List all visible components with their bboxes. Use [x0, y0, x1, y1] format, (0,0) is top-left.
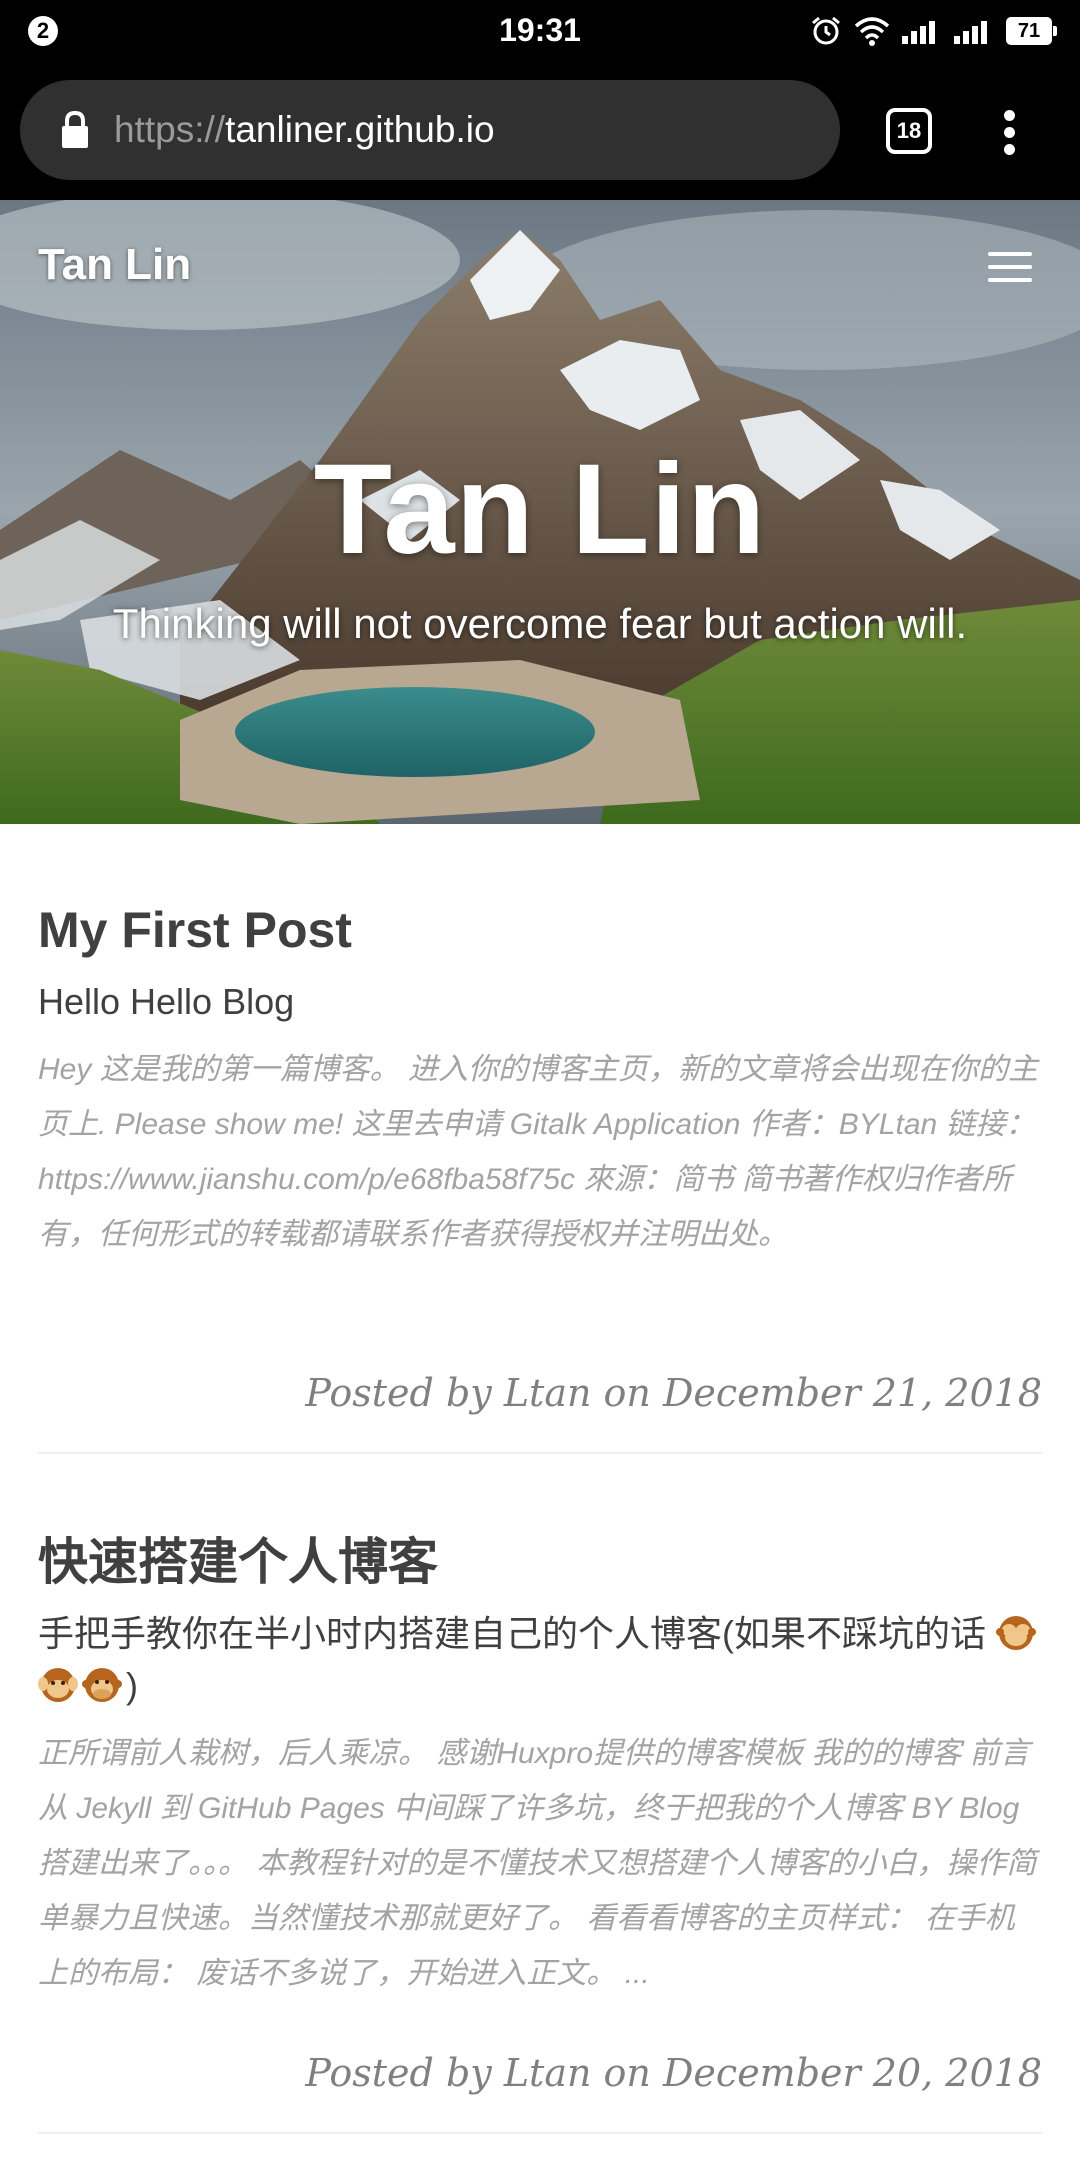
post-divider	[38, 1452, 1042, 1454]
wifi-icon	[854, 17, 890, 46]
post-excerpt[interactable]: Hey 这是我的第一篇博客。 进入你的博客主页，新的文章将会出现在你的主页上. …	[38, 1042, 1042, 1262]
post-preview-2[interactable]: 快速搭建个人博客 手把手教你在半小时内搭建自己的个人博客(如果不踩坑的话 ) 正…	[38, 1532, 1042, 2001]
post-subtitle[interactable]: 手把手教你在半小时内搭建自己的个人博客(如果不踩坑的话 )	[38, 1608, 1042, 1712]
post-preview-1[interactable]: My First Post Hello Hello Blog Hey 这是我的第…	[38, 900, 1042, 1262]
post-title[interactable]: My First Post	[38, 900, 1042, 960]
browser-toolbar: https://tanliner.github.io 18	[0, 62, 1080, 200]
alarm-icon	[812, 16, 840, 45]
hero-subtitle: Thinking will not overcome fear but acti…	[112, 600, 968, 647]
post-excerpt[interactable]: 正所谓前人栽树，后人乘凉。 感谢Huxpro提供的博客模板 我的的博客 前言 从…	[38, 1726, 1042, 2001]
hero-header: Tan Lin Tan Lin Thinking will not overco…	[0, 200, 1080, 824]
hear-no-evil-monkey-icon	[38, 1668, 78, 1702]
url-text: https://tanliner.github.io	[114, 109, 495, 151]
post-meta: Posted by Ltan on December 20, 2018	[305, 2051, 1042, 2095]
post-meta: Posted by Ltan on December 21, 2018	[305, 1371, 1042, 1415]
post-title[interactable]: 快速搭建个人博客	[38, 1532, 1042, 1592]
browser-menu-icon[interactable]	[990, 102, 1030, 162]
see-no-evil-monkey-icon	[996, 1616, 1037, 1650]
url-domain: tanliner.github.io	[225, 109, 495, 150]
hero-title: Tan Lin	[313, 438, 767, 581]
post-subtitle[interactable]: Hello Hello Blog	[38, 976, 1042, 1028]
tabs-button[interactable]: 18	[886, 108, 932, 154]
address-bar[interactable]: https://tanliner.github.io	[20, 80, 840, 180]
post-subtitle-end: )	[126, 1665, 138, 1706]
hamburger-menu-icon[interactable]	[985, 250, 1035, 286]
signal-icon	[902, 21, 935, 44]
speak-no-evil-monkey-icon	[82, 1668, 122, 1702]
status-icons: 71	[810, 14, 1057, 48]
signal-icon-2	[954, 21, 987, 44]
url-prefix: https://	[114, 109, 226, 150]
post-divider	[38, 2132, 1042, 2134]
post-subtitle-text: 手把手教你在半小时内搭建自己的个人博客(如果不踩坑的话	[38, 1613, 986, 1654]
lock-icon	[62, 110, 88, 148]
battery-icon: 71	[1006, 17, 1057, 45]
status-bar: 2 19:31 71	[0, 0, 1080, 62]
site-brand-link[interactable]: Tan Lin	[38, 240, 191, 290]
